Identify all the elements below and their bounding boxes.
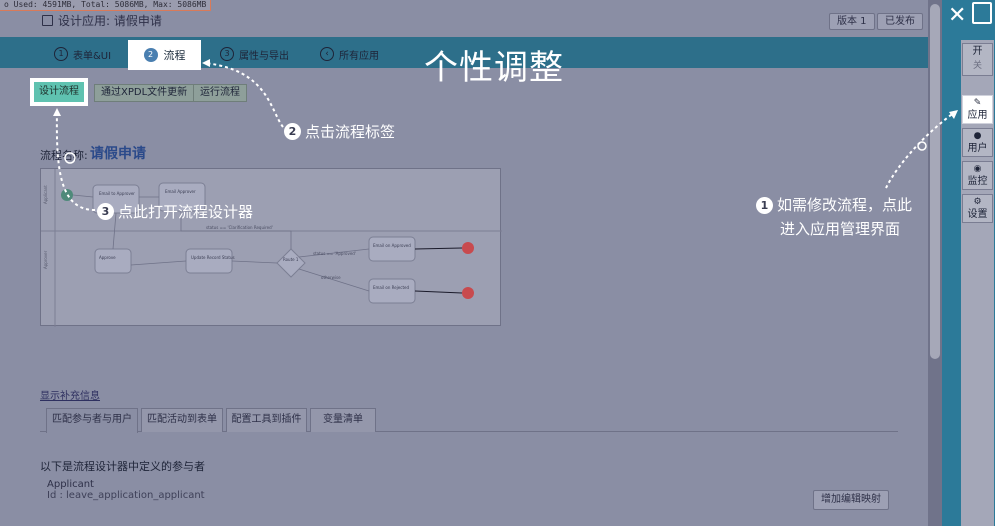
end-node xyxy=(462,287,474,299)
task-node xyxy=(94,248,132,274)
task-label: Update Record Status xyxy=(191,255,235,260)
task-label: Email Approver xyxy=(165,189,196,194)
close-icon[interactable]: ✕ xyxy=(948,3,966,28)
memory-status: o Used: 4591MB, Total: 5086MB, Max: 5086… xyxy=(0,0,212,11)
subtab-tools[interactable]: 配置工具到插件 xyxy=(226,408,307,432)
process-diagram[interactable]: Applicant Approver Email to Approver Ema… xyxy=(40,168,502,327)
tab-all-apps[interactable]: ‹ 所有应用 xyxy=(320,44,379,64)
scrollbar-thumb[interactable] xyxy=(930,4,940,359)
flow-name-value: 请假申请 xyxy=(90,146,146,162)
subtab-activities[interactable]: 匹配活动到表单 xyxy=(141,408,223,432)
task-label: Email on Approved xyxy=(373,243,411,248)
annotation-step2: 2 点击流程标签 xyxy=(284,121,395,142)
tab-form-ui[interactable]: 1 表单&UI xyxy=(54,44,111,64)
back-arrow-icon: ‹ xyxy=(320,47,334,61)
sidebar-item-users[interactable]: ● 用户 xyxy=(962,128,993,157)
toggle-on-label: 开 xyxy=(972,46,983,57)
tab-number: 2 xyxy=(143,48,158,62)
annotation-step1: 1 如需修改流程，点此 进入应用管理界面 xyxy=(756,193,913,241)
cube-icon[interactable] xyxy=(972,2,992,24)
end-node xyxy=(462,242,474,254)
tab-label: 流程 xyxy=(163,49,186,62)
flow-name-label: 流程名称: xyxy=(40,149,88,162)
edit-icon xyxy=(42,15,53,26)
sidebar-item-apps[interactable]: ✎ 应用 xyxy=(962,95,993,124)
subtab-variables[interactable]: 变量清单 xyxy=(310,408,376,432)
page-title-text: 设计应用: 请假申请 xyxy=(58,14,162,28)
task-label: Email on Rejected xyxy=(373,285,409,290)
gear-icon: ⚙ xyxy=(973,197,982,207)
task-node xyxy=(368,278,416,304)
add-mapping-button[interactable]: 增加编辑映射 xyxy=(813,490,889,510)
subtab-bar: 匹配参与者与用户 匹配活动到表单 配置工具到插件 变量清单 xyxy=(40,408,898,433)
sidebar-item-monitor[interactable]: ◉ 监控 xyxy=(962,161,993,190)
lane-label: Approver xyxy=(43,250,48,269)
sidebar-item-settings[interactable]: ⚙ 设置 xyxy=(962,194,993,223)
transition-label: status == 'Approved' xyxy=(313,251,356,256)
transition-label: status == 'Clarification Required' xyxy=(206,225,273,230)
toggle-switch[interactable]: 开 关 xyxy=(962,43,993,76)
task-label: Email to Approver xyxy=(99,191,135,196)
lane-label: Applicant xyxy=(43,185,48,204)
user-icon: ● xyxy=(973,131,982,141)
task-node xyxy=(185,248,233,274)
annotation-text: 进入应用管理界面 xyxy=(780,220,901,238)
tab-label: 所有应用 xyxy=(339,50,379,62)
design-process-label: 设计流程 xyxy=(34,82,84,102)
annotation-text: 点击流程标签 xyxy=(305,123,396,141)
tab-properties-export[interactable]: 3 属性与导出 xyxy=(220,44,289,64)
run-process-button[interactable]: 运行流程 xyxy=(193,84,247,102)
tab-label: 表单&UI xyxy=(73,50,112,62)
page-title: 设计应用: 请假申请 xyxy=(42,12,162,29)
route-label: Route 1 xyxy=(283,257,299,262)
task-node xyxy=(368,236,416,262)
step-badge: 2 xyxy=(284,123,301,140)
annotation-text: 如需修改流程，点此 xyxy=(777,196,913,214)
annotation-text: 点此打开流程设计器 xyxy=(118,203,254,221)
design-process-button[interactable]: 设计流程 xyxy=(30,78,88,106)
monitor-icon: ◉ xyxy=(973,164,982,174)
tab-process[interactable]: 2 流程 xyxy=(128,40,201,70)
transition-label: otherwise xyxy=(321,275,341,280)
show-more-info-link[interactable]: 显示补充信息 xyxy=(40,387,100,402)
annotation-step3: 3 点此打开流程设计器 xyxy=(97,201,253,222)
tab-number: 1 xyxy=(54,47,68,61)
xpdl-update-button[interactable]: 通过XPDL文件更新 xyxy=(94,84,195,102)
sidebar-item-label: 设置 xyxy=(967,209,988,220)
step-badge: 3 xyxy=(97,203,114,220)
participants-title: 以下是流程设计器中定义的参与者 xyxy=(40,460,205,473)
tab-number: 3 xyxy=(220,47,234,61)
overlay-title: 个性调整 xyxy=(424,48,564,88)
version-button[interactable]: 版本 1 xyxy=(829,13,875,30)
sidebar-item-label: 应用 xyxy=(967,110,988,121)
start-node xyxy=(61,189,73,201)
step-badge: 1 xyxy=(756,196,773,214)
participant-name: Applicant xyxy=(47,479,94,490)
subtab-participants[interactable]: 匹配参与者与用户 xyxy=(46,408,138,433)
tab-label: 属性与导出 xyxy=(239,50,289,62)
route-node xyxy=(276,248,306,278)
task-label: Approve xyxy=(99,255,116,260)
toggle-off-label: 关 xyxy=(972,61,982,71)
sidebar-item-label: 监控 xyxy=(967,176,988,187)
edit-icon: ✎ xyxy=(973,98,982,108)
published-button[interactable]: 已发布 xyxy=(877,13,923,30)
participant-id: Id : leave_application_applicant xyxy=(47,490,205,501)
sidebar-item-label: 用户 xyxy=(967,143,988,154)
